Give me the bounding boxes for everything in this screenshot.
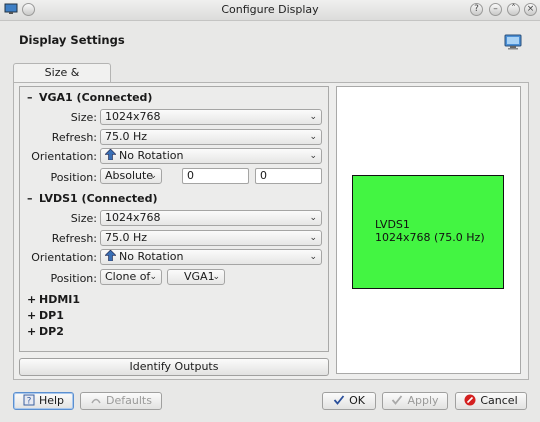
refresh-select[interactable]: 75.0 Hz ⌄ [100, 230, 322, 246]
chevron-down-icon: ⌄ [309, 151, 317, 161]
help-label: Help [38, 394, 65, 407]
output-name: VGA1 (Connected) [39, 91, 153, 104]
output-header-dp1[interactable]: + DP1 [27, 309, 64, 322]
defaults-label: Defaults [106, 394, 152, 407]
maximize-button[interactable]: ˄ [507, 3, 520, 16]
screen-name: LVDS1 [375, 218, 410, 231]
output-header-hdmi1[interactable]: + HDMI1 [27, 293, 80, 306]
position-mode-select[interactable]: Absolute ⌄ [100, 168, 162, 184]
apply-label: Apply [407, 394, 439, 407]
collapse-icon: – [27, 192, 33, 205]
clone-target-select[interactable]: VGA1 ⌄ [167, 269, 225, 285]
cancel-icon [464, 394, 476, 406]
size-value: 1024x768 [105, 211, 161, 224]
apply-button[interactable]: Apply [382, 392, 448, 410]
chevron-down-icon: ⌄ [309, 252, 317, 262]
minimize-button[interactable]: – [489, 3, 502, 16]
defaults-icon [91, 398, 101, 404]
ok-label: OK [349, 394, 365, 407]
size-label: Size: [70, 212, 97, 225]
refresh-label: Refresh: [51, 131, 97, 144]
output-header-lvds1[interactable]: – LVDS1 (Connected) [27, 192, 157, 205]
orientation-label: Orientation: [31, 150, 97, 163]
orientation-value: No Rotation [119, 250, 184, 263]
position-mode-value: Clone of [105, 270, 151, 283]
close-window-button[interactable]: × [524, 3, 537, 16]
expand-icon: + [27, 309, 37, 322]
output-header-dp2[interactable]: + DP2 [27, 325, 64, 338]
chevron-down-icon: ⌄ [212, 272, 220, 282]
output-name: LVDS1 (Connected) [39, 192, 158, 205]
size-label: Size: [70, 111, 97, 124]
arrow-up-icon [105, 250, 116, 261]
identify-outputs-button[interactable]: Identify Outputs [19, 358, 329, 376]
title-bar: Configure Display ? – ˄ × [0, 0, 540, 21]
position-label: Position: [50, 272, 97, 285]
checkmark-icon [333, 395, 345, 405]
refresh-value: 75.0 Hz [105, 231, 148, 244]
output-name: DP1 [39, 309, 64, 322]
cancel-label: Cancel [480, 394, 518, 407]
position-label: Position: [50, 171, 97, 184]
position-mode-select[interactable]: Clone of ⌄ [100, 269, 162, 285]
orientation-select[interactable]: No Rotation ⌄ [100, 249, 322, 265]
orientation-value: No Rotation [119, 149, 184, 162]
expand-icon: + [27, 325, 37, 338]
ok-button[interactable]: OK [322, 392, 376, 410]
help-book-icon: ? [23, 394, 35, 406]
defaults-button[interactable]: Defaults [80, 392, 162, 410]
monitor-icon [504, 34, 522, 50]
output-name: DP2 [39, 325, 64, 338]
checkmark-icon [392, 395, 403, 405]
chevron-down-icon: ⌄ [309, 132, 317, 142]
position-mode-value: Absolute [105, 169, 154, 182]
expand-icon: + [27, 293, 37, 306]
help-title-button[interactable]: ? [470, 3, 483, 16]
size-select[interactable]: 1024x768 ⌄ [100, 210, 322, 226]
refresh-value: 75.0 Hz [105, 130, 148, 143]
orientation-label: Orientation: [31, 251, 97, 264]
chevron-down-icon: ⌄ [149, 171, 157, 181]
screen-preview-label: LVDS1 1024x768 (75.0 Hz) [375, 218, 485, 244]
refresh-label: Refresh: [51, 232, 97, 245]
help-button[interactable]: ? Help [13, 392, 74, 410]
screen-mode: 1024x768 (75.0 Hz) [375, 231, 485, 244]
arrow-up-icon [105, 149, 116, 160]
chevron-down-icon: ⌄ [149, 272, 157, 282]
chevron-down-icon: ⌄ [309, 213, 317, 223]
layout-preview: LVDS1 1024x768 (75.0 Hz) [336, 86, 521, 374]
orientation-select[interactable]: No Rotation ⌄ [100, 148, 322, 164]
size-value: 1024x768 [105, 110, 161, 123]
cancel-button[interactable]: Cancel [455, 392, 527, 410]
size-select[interactable]: 1024x768 ⌄ [100, 109, 322, 125]
output-header-vga1[interactable]: – VGA1 (Connected) [27, 91, 152, 104]
svg-text:?: ? [27, 397, 32, 407]
chevron-down-icon: ⌄ [309, 233, 317, 243]
tab-size-orientation[interactable]: Size & Orientation [13, 63, 111, 97]
clone-target-value: VGA1 [184, 270, 215, 283]
window-title: Configure Display [221, 3, 319, 16]
collapse-icon: – [27, 91, 33, 104]
chevron-down-icon: ⌄ [309, 112, 317, 122]
position-x-input[interactable]: 0 [182, 168, 249, 184]
refresh-select[interactable]: 75.0 Hz ⌄ [100, 129, 322, 145]
screen-preview-lvds1[interactable]: LVDS1 1024x768 (75.0 Hz) [352, 175, 504, 289]
page-title: Display Settings [19, 33, 125, 47]
position-y-input[interactable]: 0 [255, 168, 322, 184]
output-name: HDMI1 [39, 293, 81, 306]
